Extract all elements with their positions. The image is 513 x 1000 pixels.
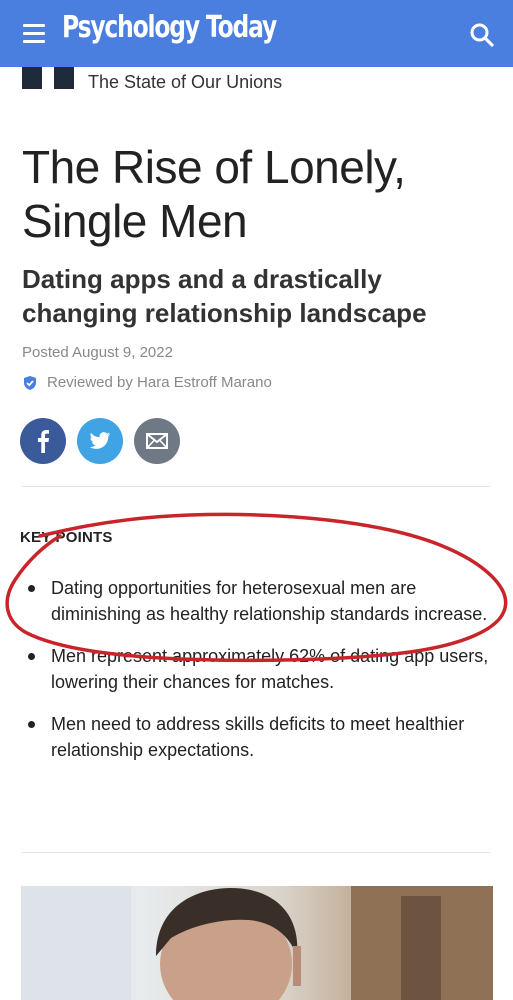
divider [22,486,490,487]
key-point-item: Dating opportunities for heterosexual me… [20,575,495,627]
twitter-share-button[interactable] [77,418,123,464]
divider [22,852,490,853]
verified-badge-icon [24,375,36,390]
article-title: The Rise of Lonely, Single Men [22,141,406,247]
category-row[interactable]: The State of Our Unions [22,67,282,96]
facebook-icon [38,430,49,453]
key-point-item: Men need to address skills deficits to m… [20,711,495,763]
man-portrait-illustration [21,886,493,1000]
brand-logo[interactable]: Psychology Today [62,10,277,45]
top-navigation-bar: Psychology Today [0,0,513,67]
key-points-list: Dating opportunities for heterosexual me… [20,575,495,779]
hamburger-menu-icon[interactable] [23,24,45,43]
key-points-heading: KEY POINTS [20,529,113,546]
category-label[interactable]: The State of Our Unions [88,72,282,93]
reviewer-line: Reviewed by Hara Estroff Marano [22,374,272,391]
search-icon[interactable] [469,22,495,48]
facebook-share-button[interactable] [20,418,66,464]
category-thumbnail [22,67,74,89]
article-subtitle: Dating apps and a drastically changing r… [22,264,427,328]
reviewer-text[interactable]: Reviewed by Hara Estroff Marano [47,374,272,391]
article-hero-image [21,886,493,1000]
twitter-icon [89,432,111,449]
key-point-item: Men represent approximately 62% of datin… [20,643,495,695]
post-date: Posted August 9, 2022 [22,344,173,361]
email-icon [146,433,168,449]
email-share-button[interactable] [134,418,180,464]
share-buttons [20,418,191,464]
